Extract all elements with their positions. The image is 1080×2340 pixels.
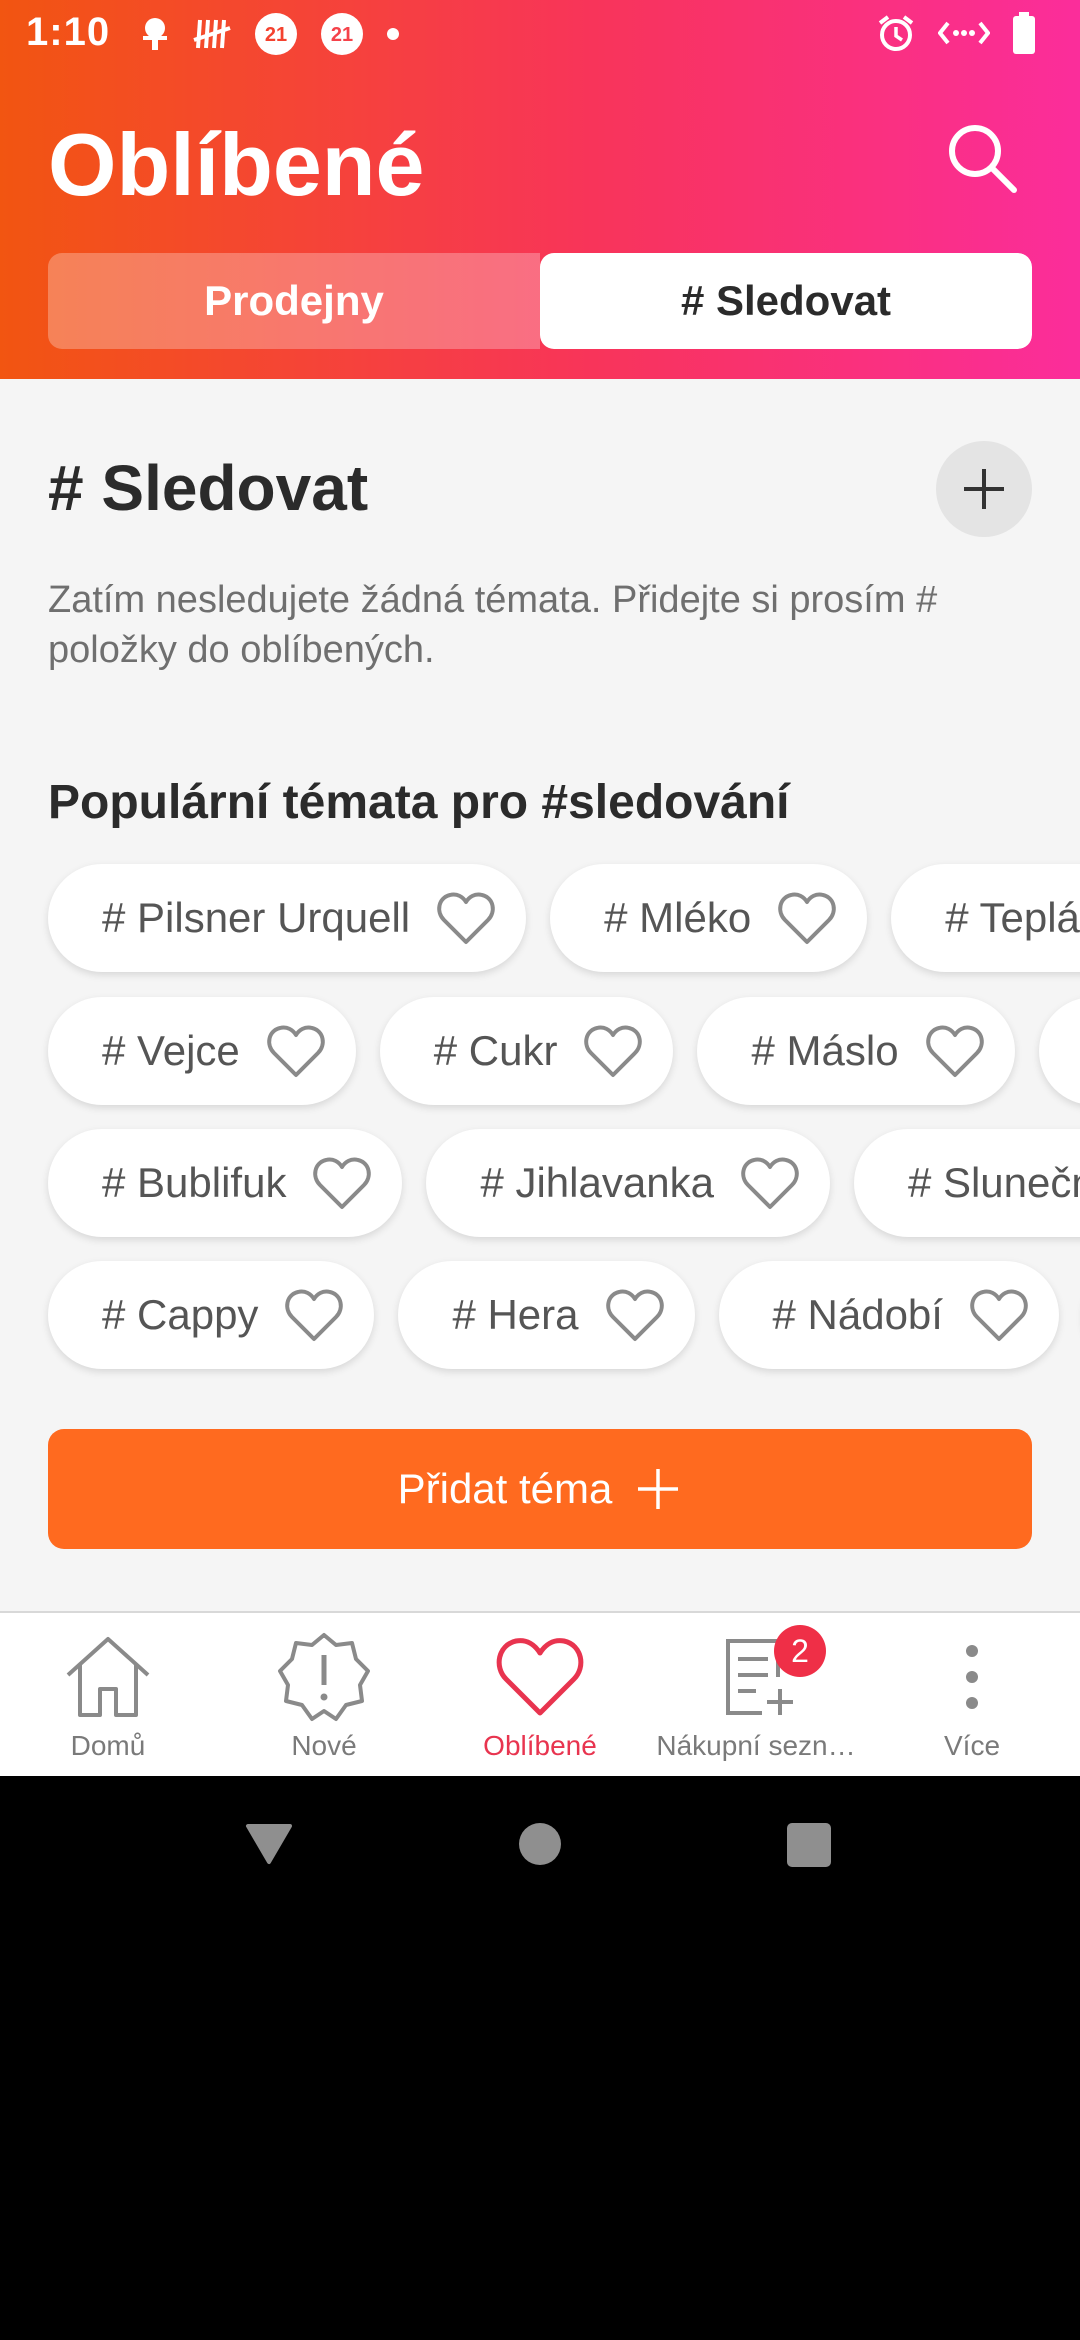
topic-chip[interactable]: # Slunečn: [853, 1129, 1080, 1237]
heart-outline-icon[interactable]: [583, 1023, 643, 1079]
nav-item-home[interactable]: Domů: [0, 1613, 216, 1778]
dot-icon: [387, 28, 399, 40]
search-icon: [949, 125, 1017, 193]
topic-chip[interactable]: # Bublifuk: [48, 1129, 403, 1237]
search-button[interactable]: [942, 118, 1022, 198]
tab-switcher: Prodejny # Sledovat: [48, 253, 1032, 349]
topic-chip-label: # Nádobí: [772, 1291, 943, 1338]
topic-chip[interactable]: # Nádobí: [718, 1261, 1059, 1369]
alarm-icon: [878, 15, 914, 51]
topic-chip-label: # Máslo: [751, 1027, 899, 1074]
nav-item-new[interactable]: Nové: [216, 1613, 432, 1778]
topic-chip[interactable]: # Cukr: [379, 997, 674, 1105]
app-header: 1:10 21 21 Oblíbené Prodejny # Sledovat: [0, 0, 1080, 379]
heart-outline-icon[interactable]: [777, 890, 837, 946]
system-navigation-bar: [0, 1776, 1080, 2340]
badge-21-icon: 21: [321, 13, 363, 55]
nav-label: Nákupní sezn…: [656, 1730, 856, 1761]
topic-chip[interactable]: # Cappy: [48, 1261, 375, 1369]
tab-sledovat[interactable]: # Sledovat: [540, 253, 1032, 349]
chip-row: # Vejce # Cukr # Máslo: [48, 997, 1080, 1105]
topic-chip-label: # Mléko: [604, 894, 752, 941]
add-topic-label: Přidat téma: [397, 1465, 613, 1512]
bottom-navigation: Domů Nové Oblíbené 2 Nákupní sezn… Více: [0, 1611, 1080, 1778]
badge-21-icon: 21: [255, 13, 297, 55]
topic-chip-label: # Cukr: [433, 1027, 558, 1074]
plus-icon: [964, 469, 1004, 509]
svg-text:21: 21: [265, 24, 287, 46]
topic-chip-label: # Cappy: [102, 1291, 259, 1338]
bug-icon: [143, 18, 167, 50]
back-icon[interactable]: [244, 1822, 294, 1866]
status-bar: 1:10 21 21: [0, 0, 1080, 70]
nav-label: Oblíbené: [483, 1730, 597, 1761]
battery-icon: [1013, 12, 1035, 54]
status-left-icons: 21 21: [140, 12, 422, 56]
status-time: 1:10: [26, 10, 111, 54]
page-title: Oblíbené: [48, 115, 425, 214]
topic-chip-label: # Teplá: [945, 894, 1080, 941]
data-saver-icon: [938, 21, 990, 45]
heart-outline-icon[interactable]: [605, 1287, 665, 1343]
heart-outline-icon[interactable]: [312, 1155, 372, 1211]
popular-topics-title: Populární témata pro #sledování: [48, 776, 790, 829]
chip-row: # Cappy # Hera # Nádobí: [48, 1261, 1080, 1369]
home-icon: [66, 1637, 150, 1717]
topic-chip-label: # Bublifuk: [102, 1159, 287, 1206]
heart-outline-icon[interactable]: [266, 1023, 326, 1079]
heart-outline-icon[interactable]: [740, 1155, 800, 1211]
topic-chip[interactable]: # Teplá: [891, 864, 1080, 972]
tally-icon: [193, 19, 231, 49]
topic-chip[interactable]: # Pilsner Urquell: [48, 864, 527, 972]
home-circle-icon[interactable]: [518, 1822, 562, 1866]
heart-outline-icon[interactable]: [925, 1023, 985, 1079]
topic-chip-label: # Hera: [452, 1291, 579, 1338]
new-badge-icon: [278, 1633, 370, 1721]
nav-item-shopping-list[interactable]: 2 Nákupní sezn…: [648, 1613, 864, 1778]
nav-label: Nové: [291, 1730, 357, 1761]
nav-label: Více: [943, 1730, 1001, 1761]
heart-outline-icon[interactable]: [436, 890, 496, 946]
topic-chip[interactable]: # Mléko: [550, 864, 868, 972]
shopping-list-count-badge: 2: [774, 1625, 826, 1677]
topic-chip[interactable]: # Vejce: [48, 997, 356, 1105]
topic-chip-label: # Slunečn: [907, 1159, 1080, 1206]
topic-chip-label: # Pilsner Urquell: [102, 894, 411, 941]
heart-outline-icon[interactable]: [284, 1287, 344, 1343]
nav-label: Domů: [70, 1730, 146, 1761]
recents-icon[interactable]: [786, 1822, 832, 1868]
topic-chip[interactable]: # Hera: [398, 1261, 695, 1369]
add-topic-button[interactable]: Přidat téma: [48, 1429, 1032, 1549]
heart-outline-icon[interactable]: [969, 1287, 1029, 1343]
heart-icon: [496, 1638, 584, 1716]
chip-row: # Bublifuk # Jihlavanka # Slunečn: [48, 1129, 1080, 1237]
nav-item-more[interactable]: Více: [864, 1613, 1080, 1778]
section-title: # Sledovat: [48, 452, 369, 524]
more-vertical-icon: [966, 1645, 978, 1709]
topic-chip[interactable]: # Máslo: [697, 997, 1015, 1105]
topic-chip[interactable]: [1038, 997, 1080, 1105]
plus-icon: [638, 1469, 679, 1509]
svg-text:21: 21: [331, 24, 353, 46]
chip-row: # Pilsner Urquell # Mléko # Teplá: [48, 864, 1080, 972]
main-content: # Sledovat Zatím nesledujete žádná témat…: [0, 379, 1080, 1611]
topic-chip[interactable]: # Jihlavanka: [426, 1129, 830, 1237]
add-topic-circle-button[interactable]: [936, 441, 1032, 537]
topic-chip-label: # Vejce: [102, 1027, 240, 1074]
empty-state-message: Zatím nesledujete žádná témata. Přidejte…: [48, 579, 938, 671]
nav-item-favorites[interactable]: Oblíbené: [432, 1613, 648, 1778]
status-right-icons: [876, 12, 1058, 54]
topic-chip-label: # Jihlavanka: [480, 1159, 714, 1206]
tab-prodejny[interactable]: Prodejny: [48, 253, 540, 349]
